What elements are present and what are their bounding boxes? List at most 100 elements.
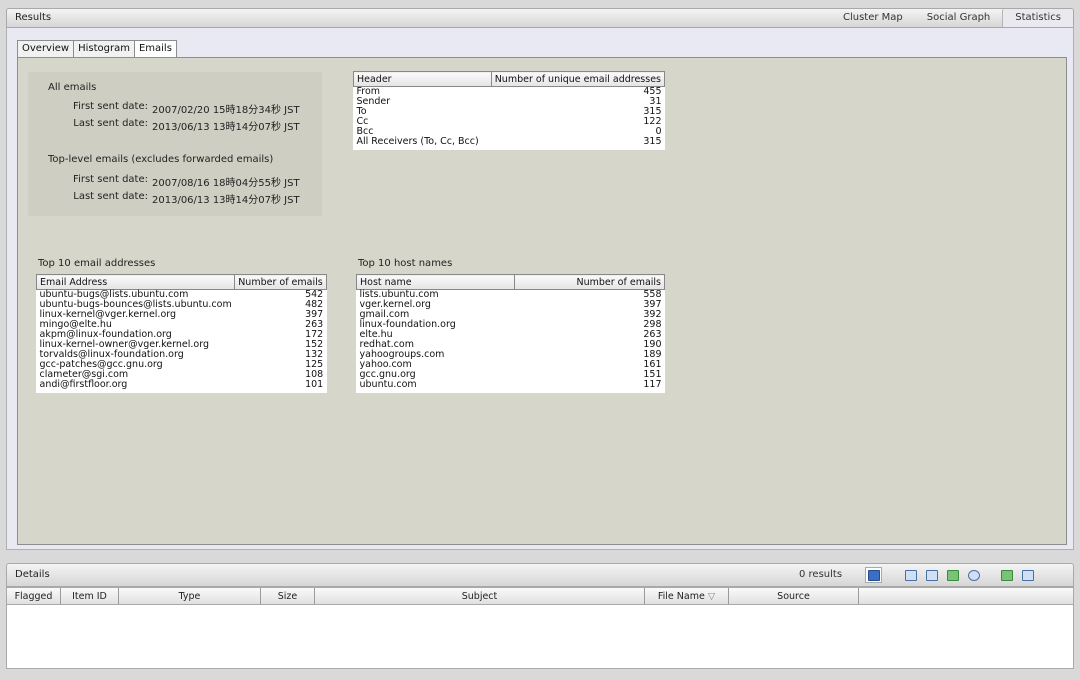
header-name: To (356, 106, 367, 117)
file-name-label: File Name (657, 591, 705, 602)
table-row[interactable]: Cc 122 (354, 117, 665, 127)
col-host-name[interactable]: Host name (356, 274, 515, 290)
col-number-of-emails[interactable]: Number of emails (514, 274, 665, 290)
timeline-icon[interactable] (965, 567, 982, 583)
col-flagged[interactable]: Flagged (7, 588, 61, 604)
table-row[interactable]: ubuntu.com 117 (357, 380, 665, 390)
top-emails-body: ubuntu-bugs@lists.ubuntu.com 542 ubuntu-bu… (37, 290, 327, 394)
table-row[interactable]: andi@firstfloor.org 101 (37, 380, 327, 390)
email-count: 397 (643, 299, 662, 310)
unique-address-count: 455 (643, 86, 662, 97)
all-first-sent-value: 2007/02/20 15時18分34秒 JST (152, 105, 300, 116)
filter-icon: ▽ (707, 591, 716, 602)
email-address: andi@firstfloor.org (39, 379, 128, 390)
table-row[interactable]: To 315 (354, 107, 665, 117)
email-count: 151 (643, 369, 662, 380)
email-count: 117 (643, 379, 662, 390)
tag-icon[interactable] (998, 567, 1015, 583)
table-row[interactable]: linux-foundation.org 298 (357, 320, 665, 330)
padding-cell (37, 390, 235, 393)
results-count: 0 results (799, 569, 843, 580)
header-table-body: From 455 Sender 31 To 315 Cc 122 Bcc 0 All Receive… (354, 87, 665, 151)
col-unique-addresses[interactable]: Number of unique email addresses (490, 71, 666, 87)
col-header[interactable]: Header (353, 71, 492, 87)
emails-tab-content: All emails First sent date: 2007/02/20 1… (17, 57, 1067, 545)
table-view-icon[interactable] (902, 567, 919, 583)
top-last-sent-label: Last sent date: (73, 191, 148, 202)
padding-cell (354, 147, 492, 150)
top-emails-caption: Top 10 email addresses (38, 258, 156, 269)
email-dates-summary: All emails First sent date: 2007/02/20 1… (28, 72, 322, 216)
table-header-row: Host name Number of emails (356, 274, 665, 290)
details-title: Details (15, 569, 50, 580)
unique-address-count: 31 (649, 96, 662, 107)
email-count: 558 (643, 289, 662, 300)
tab-statistics[interactable]: Statistics (1002, 9, 1073, 27)
top-emails-table: Email Address Number of emails ubuntu-bu… (35, 274, 327, 394)
table-padding-row (37, 390, 327, 393)
unique-address-count: 315 (643, 106, 662, 117)
list-view-icon[interactable] (923, 567, 940, 583)
tree-view-icon[interactable] (865, 567, 882, 583)
tab-social-graph[interactable]: Social Graph (915, 9, 1003, 27)
image-view-icon[interactable] (944, 567, 961, 583)
top-last-sent-value: 2013/06/13 13時14分07秒 JST (152, 195, 300, 206)
table-row[interactable]: Sender 31 (354, 97, 665, 107)
col-source[interactable]: Source (729, 588, 859, 604)
col-subject[interactable]: Subject (315, 588, 645, 604)
email-count: 392 (643, 309, 662, 320)
email-count: 298 (643, 319, 662, 330)
statistics-sub-tabs: Overview Histogram Emails (17, 40, 177, 59)
tab-histogram[interactable]: Histogram (73, 40, 135, 58)
results-panel: Overview Histogram Emails All emails Fir… (6, 28, 1074, 550)
header-name: Sender (356, 96, 391, 107)
unique-address-count: 315 (643, 136, 662, 147)
details-panel-header: Details 0 results (6, 563, 1074, 587)
all-emails-title: All emails (48, 82, 97, 93)
all-last-sent-value: 2013/06/13 13時14分07秒 JST (152, 122, 300, 133)
top-hosts-caption: Top 10 host names (358, 258, 453, 269)
table-padding-row (354, 147, 665, 150)
results-panel-header: Results Cluster Map Social Graph Statist… (6, 8, 1074, 28)
export-icon[interactable] (1019, 567, 1036, 583)
col-email-address[interactable]: Email Address (35, 274, 236, 290)
top-hosts-body: lists.ubuntu.com 558 vger.kernel.org 397 gma… (357, 290, 665, 394)
email-count: 189 (643, 349, 662, 360)
email-count: 190 (643, 339, 662, 350)
email-count: 101 (305, 379, 324, 390)
header-name: All Receivers (To, Cc, Bcc) (356, 136, 479, 147)
tab-cluster-map[interactable]: Cluster Map (831, 9, 915, 27)
table-row[interactable]: All Receivers (To, Cc, Bcc) 315 (354, 137, 665, 147)
details-column-headers: Flagged Item ID Type Size Subject File N… (6, 587, 1074, 605)
all-first-sent-label: First sent date: (73, 101, 148, 112)
padding-cell (235, 390, 327, 393)
email-count: 161 (643, 359, 662, 370)
email-count: 263 (643, 329, 662, 340)
table-padding-row (357, 390, 665, 393)
results-title: Results (15, 12, 52, 23)
top-first-sent-label: First sent date: (73, 174, 148, 185)
tab-overview[interactable]: Overview (17, 40, 75, 58)
details-toolbar (865, 567, 1036, 583)
top-hosts-table: Host name Number of emails lists.ubuntu.… (356, 274, 665, 393)
host-name: ubuntu.com (359, 379, 417, 390)
padding-cell (357, 390, 515, 393)
details-results-area (6, 605, 1074, 669)
padding-cell (515, 390, 665, 393)
padding-cell (491, 147, 664, 150)
unique-address-count: 122 (643, 116, 662, 127)
top-first-sent-value: 2007/08/16 18時04分55秒 JST (152, 178, 300, 189)
col-item-id[interactable]: Item ID (61, 588, 119, 604)
all-last-sent-label: Last sent date: (73, 118, 148, 129)
table-header-row: Email Address Number of emails (35, 274, 327, 290)
top-level-emails-title: Top-level emails (excludes forwarded ema… (48, 154, 274, 165)
header-counts-table: Header Number of unique email addresses … (353, 71, 666, 151)
col-type[interactable]: Type (119, 588, 261, 604)
col-size[interactable]: Size (261, 588, 315, 604)
header-name: Cc (356, 116, 369, 127)
col-file-name[interactable]: File Name ▽ (645, 588, 729, 604)
table-header-row: Header Number of unique email addresses (353, 71, 666, 87)
col-number-of-emails[interactable]: Number of emails (234, 274, 327, 290)
table-row[interactable]: From 455 (354, 87, 665, 98)
view-tabs: Cluster Map Social Graph Statistics (831, 9, 1073, 27)
